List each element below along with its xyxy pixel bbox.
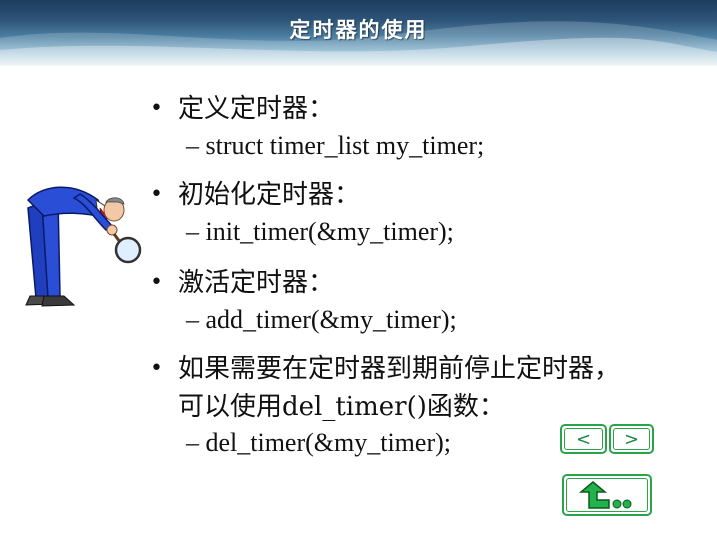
bullet-text: 如果需要在定时器到期前停止定时器， (178, 354, 621, 384)
return-arrow-icon (578, 481, 632, 509)
bullet-marker: • (150, 96, 163, 121)
code-line: – init_timer(&my_timer); (186, 217, 454, 246)
home-return-inner (566, 478, 648, 512)
bullet-text: 激活定时器： (178, 268, 335, 298)
code-line: – del_timer(&my_timer); (186, 428, 451, 457)
bullet-text: 初始化定时器： (178, 180, 361, 210)
code-line: – add_timer(&my_timer); (186, 305, 457, 334)
bullet-marker: • (150, 356, 163, 381)
code-line: – struct timer_list my_timer; (186, 131, 485, 160)
bullet-marker: • (150, 270, 163, 295)
home-return-button[interactable] (562, 474, 652, 516)
bullet-marker: • (150, 182, 163, 207)
bullet-text: 定义定时器： (178, 94, 335, 124)
man-with-magnifier-illustration (25, 186, 142, 307)
next-icon: > (613, 428, 650, 450)
previous-icon: < (564, 428, 603, 450)
next-button[interactable]: > (609, 424, 654, 454)
title-bar: 定时器的使用 (0, 0, 717, 66)
bullet-text-continued: 可以使用del_timer()函数： (178, 392, 505, 422)
previous-button[interactable]: < (560, 424, 607, 454)
page-title: 定时器的使用 (289, 18, 428, 42)
